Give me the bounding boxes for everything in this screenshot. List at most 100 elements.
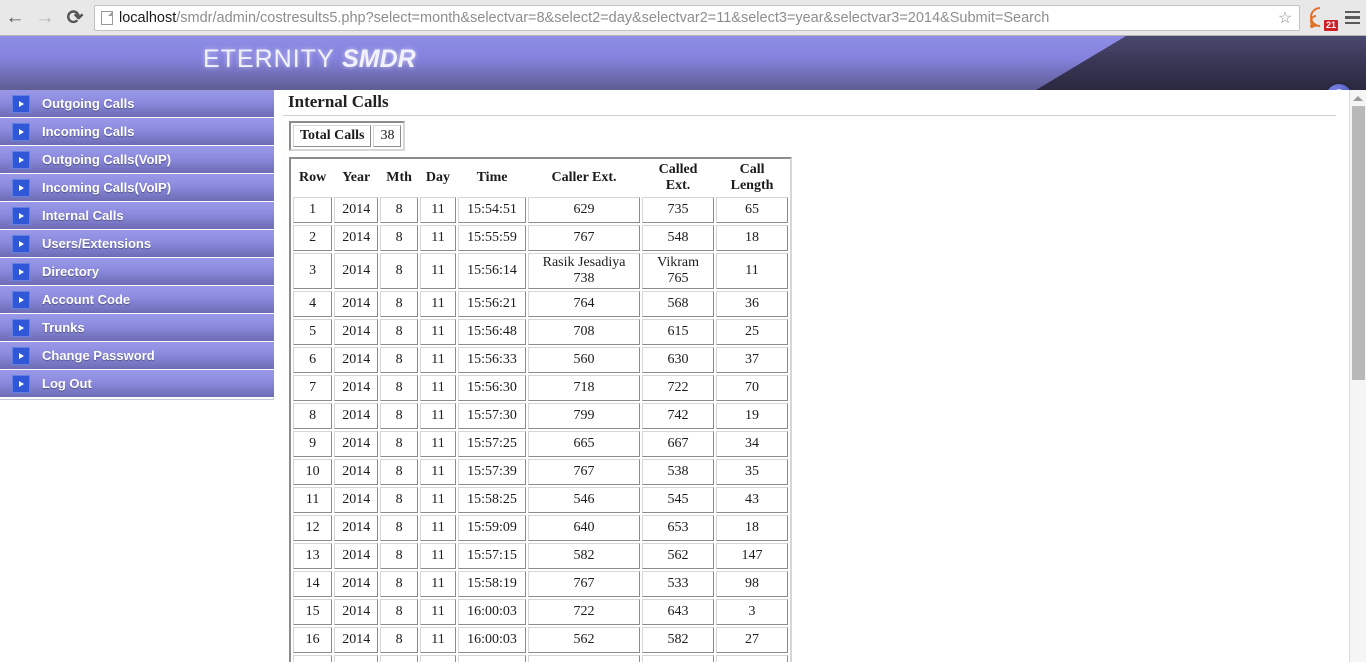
table-cell: 8	[380, 403, 418, 429]
table-cell: 545	[642, 487, 715, 513]
sidebar-item-label: Internal Calls	[42, 208, 124, 223]
table-cell: 2014	[334, 487, 379, 513]
page-document-icon	[101, 10, 113, 25]
sidebar-item-account-code[interactable]: Account Code	[0, 286, 274, 314]
table-row: 6 2014 8 11 15:56:33 560 630 37	[293, 347, 789, 373]
table-cell: 2014	[334, 599, 379, 625]
table-cell: 36	[716, 291, 789, 317]
table-cell: 11	[419, 599, 457, 625]
reload-icon[interactable]: ⟳	[60, 3, 90, 33]
table-row: 16 2014 8 11 16:00:03 562 582 27	[293, 627, 789, 653]
table-cell: 8	[380, 319, 418, 345]
table-cell: 708	[528, 319, 641, 345]
table-cell: 767	[528, 571, 641, 597]
table-row: 17201481116:00:2372074512	[293, 655, 789, 662]
sidebar-item-outgoing-calls-voip[interactable]: Outgoing Calls(VoIP)	[0, 146, 274, 174]
table-cell: 16:00:23	[458, 655, 527, 662]
table-row: 14 2014 8 11 15:58:19 767 533 98	[293, 571, 789, 597]
sidebar-item-change-password[interactable]: Change Password	[0, 342, 274, 370]
table-cell: 15:56:33	[458, 347, 527, 373]
forward-arrow-icon[interactable]: →	[30, 3, 60, 33]
sidebar-item-directory[interactable]: Directory	[0, 258, 274, 286]
table-header-row: Row Year Mth Day Time Caller Ext. Called Ext. C…	[293, 161, 788, 195]
table-cell: 582	[528, 543, 641, 569]
table-cell: 643	[642, 599, 715, 625]
table-cell: 11	[716, 253, 789, 289]
table-cell: 15:57:30	[458, 403, 527, 429]
table-row: 10 2014 8 11 15:57:39 767 538 35	[293, 459, 789, 485]
table-cell: 17	[293, 655, 333, 662]
table-cell: 2014	[334, 319, 379, 345]
arrow-right-icon	[12, 346, 30, 365]
sidebar-item-label: Outgoing Calls	[42, 96, 135, 111]
table-cell: 722	[642, 375, 715, 401]
main-content: Internal Calls Total Calls 38 Row Year Mth…	[283, 90, 1336, 662]
table-cell: 3	[293, 253, 333, 289]
column-header: Year	[342, 170, 371, 185]
arrow-right-icon	[12, 94, 30, 113]
table-cell: 11	[419, 253, 457, 289]
sidebar-item-label: Account Code	[42, 292, 131, 307]
table-cell: 10	[293, 459, 333, 485]
table-cell: 665	[528, 431, 641, 457]
table-cell: 2	[293, 225, 333, 251]
table-row: 12 2014 8 11 15:59:09 640 653 18	[293, 515, 789, 541]
table-cell: Vikram 765	[642, 253, 715, 289]
table-cell: 548	[642, 225, 715, 251]
sidebar-item-outgoing-calls[interactable]: Outgoing Calls	[0, 90, 274, 118]
table-cell: 764	[528, 291, 641, 317]
browser-menu-icon[interactable]	[1338, 3, 1366, 33]
table-row: 5 2014 8 11 15:56:48 708 615 25	[293, 319, 789, 345]
table-cell: 8	[380, 459, 418, 485]
table-cell: 7	[293, 375, 333, 401]
page-title: Internal Calls	[283, 90, 1336, 116]
sidebar-item-trunks[interactable]: Trunks	[0, 314, 274, 342]
table-cell: 2014	[334, 291, 379, 317]
internal-calls-table: Row Year Mth Day Time Caller Ext. Called Ext. C…	[289, 157, 793, 662]
table-cell: 15:57:25	[458, 431, 527, 457]
sidebar-item-log-out[interactable]: Log Out	[0, 370, 274, 398]
table-cell: 11	[419, 543, 457, 569]
table-cell: 2014	[334, 225, 379, 251]
table-cell: 2014	[334, 571, 379, 597]
table-cell: 15:58:19	[458, 571, 527, 597]
table-cell: 11	[419, 319, 457, 345]
scroll-up-arrow-icon[interactable]	[1350, 90, 1366, 106]
total-calls-summary: Total Calls 38	[289, 121, 406, 151]
table-cell: 720	[528, 655, 641, 662]
table-cell: 43	[716, 487, 789, 513]
app-header-banner: ETERNITY SMDR | admin |	[0, 36, 1366, 90]
table-cell: 667	[642, 431, 715, 457]
table-cell: 11	[419, 627, 457, 653]
bookmark-star-icon[interactable]: ☆	[1275, 8, 1295, 28]
table-cell: 3	[716, 599, 789, 625]
sidebar-item-incoming-calls-voip[interactable]: Incoming Calls(VoIP)	[0, 174, 274, 202]
scrollbar-thumb[interactable]	[1352, 106, 1365, 380]
page-scrollbar[interactable]	[1349, 90, 1366, 662]
table-cell: 11	[419, 197, 457, 223]
table-cell: 11	[419, 375, 457, 401]
table-cell: 767	[528, 225, 641, 251]
table-cell: 11	[419, 571, 457, 597]
sidebar-item-label: Incoming Calls(VoIP)	[42, 180, 172, 195]
menu-line	[1344, 10, 1360, 14]
sidebar-item-users-extensions[interactable]: Users/Extensions	[0, 230, 274, 258]
table-cell: 562	[528, 627, 641, 653]
table-cell: 34	[716, 431, 789, 457]
arrow-right-icon	[12, 290, 30, 309]
rss-feed-icon[interactable]: 21	[1305, 2, 1338, 32]
sidebar-item-internal-calls[interactable]: Internal Calls	[0, 202, 274, 230]
table-cell: 18	[716, 225, 789, 251]
table-cell: 8	[380, 655, 418, 662]
address-bar[interactable]: localhost/smdr/admin/costresults5.php?se…	[94, 4, 1300, 31]
sidebar-item-incoming-calls[interactable]: Incoming Calls	[0, 118, 274, 146]
back-arrow-icon[interactable]: ←	[0, 3, 30, 33]
table-cell: 11	[293, 487, 333, 513]
table-cell: 2014	[334, 515, 379, 541]
table-row: 11 2014 8 11 15:58:25 546 545 43	[293, 487, 789, 513]
table-cell: 15:59:09	[458, 515, 527, 541]
column-header: Row	[299, 170, 327, 185]
table-cell: 799	[528, 403, 641, 429]
table-cell: 8	[380, 571, 418, 597]
table-cell: 15	[293, 599, 333, 625]
